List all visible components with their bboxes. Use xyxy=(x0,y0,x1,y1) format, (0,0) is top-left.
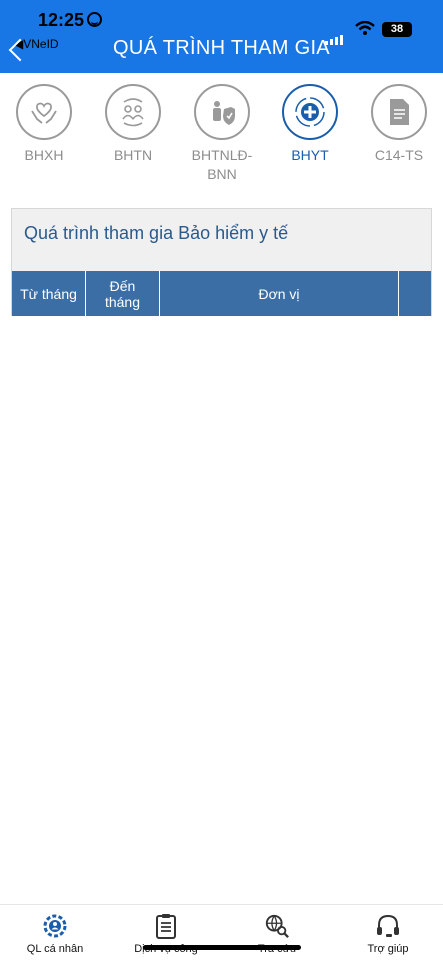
document-icon xyxy=(371,84,427,140)
bottom-nav: QL cá nhân Dịch vụ công Tra cứu xyxy=(0,904,443,960)
app-header: 12:25 ◀VNeID QUÁ TRÌNH THAM GIA 38 xyxy=(0,0,443,73)
column-to-month: Đến tháng xyxy=(86,271,160,316)
headset-icon xyxy=(375,913,401,939)
tab-label: BHYT xyxy=(291,147,329,163)
nav-tro-giup[interactable]: Trợ giúp xyxy=(333,913,443,955)
medical-cross-icon xyxy=(282,84,338,140)
gear-user-icon xyxy=(42,913,68,939)
people-exchange-icon xyxy=(105,84,161,140)
tab-label: BHXH xyxy=(24,147,64,163)
status-time-text: 12:25 xyxy=(38,10,85,30)
tab-bhtnld-bnn[interactable]: BHTNLĐ- BNN xyxy=(182,84,262,184)
tab-c14-ts[interactable]: C14-TS xyxy=(359,84,439,165)
globe-search-icon xyxy=(264,913,290,939)
clipboard-icon xyxy=(153,913,179,939)
signal-icon xyxy=(325,27,345,45)
worker-shield-icon xyxy=(194,84,250,140)
tab-bhxh[interactable]: BHXH xyxy=(4,84,84,165)
column-from-month: Từ tháng xyxy=(12,271,86,316)
column-unit: Đơn vị xyxy=(160,271,399,316)
insurance-tabs: BHXH BHTN BHTNLĐ- BNN BHYT C14-TS xyxy=(0,84,443,194)
nav-label: Trợ giúp xyxy=(367,943,409,955)
tab-label: BHTN xyxy=(113,147,153,163)
wifi-icon xyxy=(355,21,375,35)
panel-title: Quá trình tham gia Bảo hiểm y tế xyxy=(12,209,431,271)
nav-ql-ca-nhan[interactable]: QL cá nhân xyxy=(0,913,110,955)
home-indicator xyxy=(143,945,301,950)
table-header: Từ tháng Đến tháng Đơn vị xyxy=(12,271,431,316)
hands-heart-icon xyxy=(16,84,72,140)
column-extra xyxy=(399,271,431,316)
battery-indicator: 38 xyxy=(382,22,412,37)
tab-label: BHTNLĐ- BNN xyxy=(191,147,253,182)
tab-bhyt[interactable]: BHYT xyxy=(270,84,350,165)
nav-label: QL cá nhân xyxy=(26,943,84,955)
participation-panel: Quá trình tham gia Bảo hiểm y tế Từ thán… xyxy=(11,208,432,316)
smiley-icon xyxy=(87,12,103,27)
tab-label: C14-TS xyxy=(374,147,424,163)
tab-bhtn[interactable]: BHTN xyxy=(93,84,173,165)
status-time: 12:25 xyxy=(38,10,103,31)
page-title: QUÁ TRÌNH THAM GIA xyxy=(113,37,330,59)
